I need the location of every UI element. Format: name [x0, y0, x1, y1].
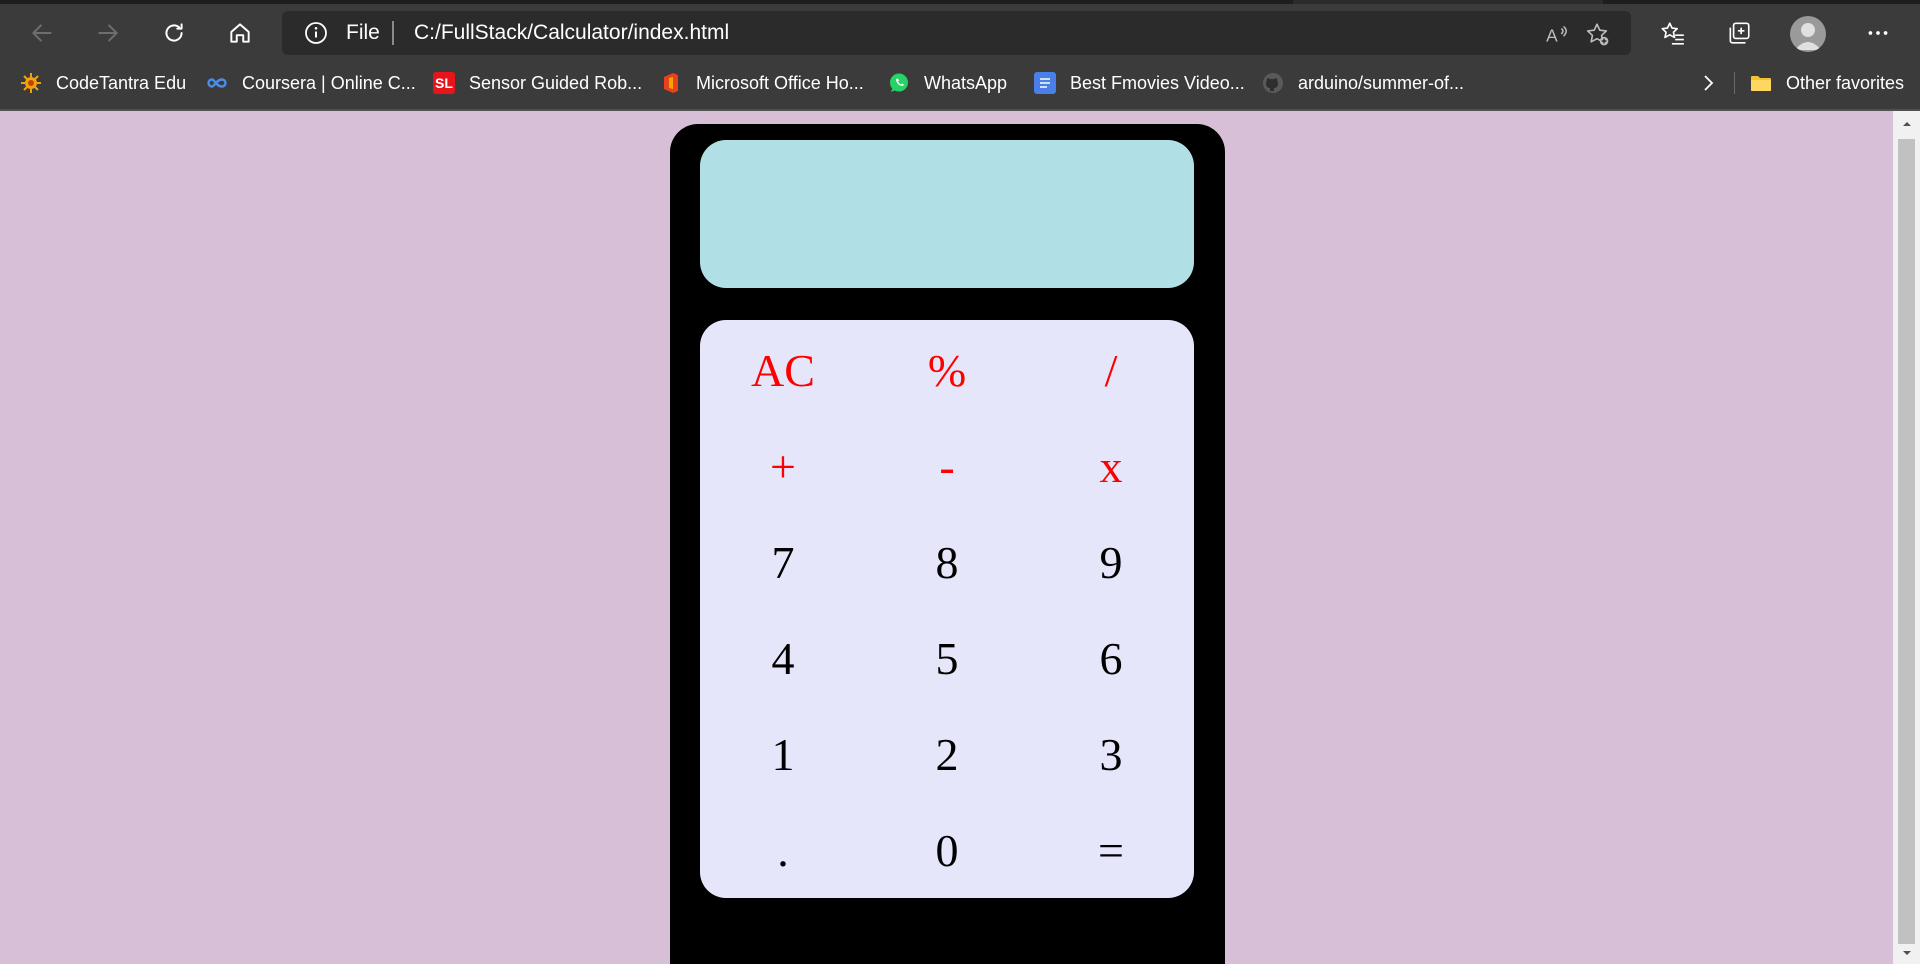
bookmark-microsoft-office[interactable]: Microsoft Office Ho...	[660, 68, 864, 98]
bookmarks-divider	[1734, 72, 1735, 94]
bookmark-label: Sensor Guided Rob...	[469, 72, 643, 93]
collections-button[interactable]	[1717, 11, 1761, 55]
bookmark-arduino[interactable]: arduino/summer-of...	[1262, 68, 1464, 98]
back-arrow-icon	[32, 24, 52, 42]
bookmarks-overflow-button[interactable]	[1696, 68, 1720, 98]
scroll-thumb[interactable]	[1898, 139, 1915, 944]
calculator: AC % / + - x 7 8 9 4 5 6 1 2 3 . 0 =	[670, 124, 1225, 964]
info-icon[interactable]	[304, 21, 328, 45]
profile-avatar[interactable]	[1790, 16, 1826, 52]
calculator-display	[700, 140, 1194, 288]
coursera-icon	[206, 72, 228, 94]
key-percent[interactable]: %	[877, 330, 1017, 410]
key-0[interactable]: 0	[877, 810, 1017, 890]
bookmark-whatsapp[interactable]: WhatsApp	[888, 68, 1007, 98]
sl-icon: SL	[433, 72, 455, 94]
bookmark-label: Coursera | Online C...	[242, 72, 416, 93]
calculator-keypad: AC % / + - x 7 8 9 4 5 6 1 2 3 . 0 =	[700, 320, 1194, 898]
active-tab-edge	[0, 0, 1293, 4]
document-icon	[1034, 72, 1056, 94]
back-button[interactable]	[20, 11, 64, 55]
refresh-button[interactable]	[152, 11, 196, 55]
key-multiply[interactable]: x	[1041, 426, 1181, 506]
scroll-down-arrow-icon	[1902, 951, 1911, 955]
key-5[interactable]: 5	[877, 618, 1017, 698]
bookmark-label: WhatsApp	[924, 72, 1008, 93]
address-url[interactable]: C:/FullStack/Calculator/index.html	[414, 21, 729, 45]
bookmark-codetantra[interactable]: CodeTantra Edu	[20, 68, 186, 98]
other-favorites-button[interactable]: Other favorites	[1750, 68, 1904, 98]
key-4[interactable]: 4	[713, 618, 853, 698]
key-7[interactable]: 7	[713, 522, 853, 602]
home-icon	[230, 23, 250, 43]
profile-icon	[1795, 23, 1821, 50]
home-button[interactable]	[218, 11, 262, 55]
key-2[interactable]: 2	[877, 714, 1017, 794]
key-8[interactable]: 8	[877, 522, 1017, 602]
bookmark-label: Microsoft Office Ho...	[696, 72, 864, 93]
key-plus[interactable]: +	[713, 426, 853, 506]
key-divide[interactable]: /	[1041, 330, 1181, 410]
key-6[interactable]: 6	[1041, 618, 1181, 698]
forward-arrow-icon	[98, 24, 118, 42]
bookmark-fmovies[interactable]: Best Fmovies Video...	[1034, 68, 1245, 98]
key-equals[interactable]: =	[1041, 810, 1181, 890]
chevron-right-icon	[1704, 75, 1714, 91]
settings-menu-button[interactable]	[1856, 11, 1900, 55]
favorites-button[interactable]	[1651, 11, 1695, 55]
folder-icon	[1750, 72, 1772, 94]
scroll-up-arrow-icon	[1902, 122, 1911, 126]
key-clear[interactable]: AC	[713, 330, 853, 410]
other-favorites-label: Other favorites	[1786, 72, 1905, 93]
address-scheme: File	[346, 21, 380, 44]
address-bar[interactable]: File C:/FullStack/Calculator/index.html …	[282, 11, 1631, 55]
bookmark-coursera[interactable]: Coursera | Online C...	[206, 68, 416, 98]
vertical-scrollbar[interactable]	[1893, 111, 1920, 964]
key-1[interactable]: 1	[713, 714, 853, 794]
office-icon	[660, 72, 682, 94]
collections-icon	[1729, 22, 1750, 44]
page-viewport: AC % / + - x 7 8 9 4 5 6 1 2 3 . 0 =	[0, 111, 1893, 964]
bookmark-label: CodeTantra Edu	[56, 72, 187, 93]
github-icon	[1262, 72, 1284, 94]
read-aloud-icon[interactable]: A	[1544, 21, 1570, 47]
bookmark-sensor-guided[interactable]: SL Sensor Guided Rob...	[433, 68, 642, 98]
toolbar: File C:/FullStack/Calculator/index.html …	[0, 8, 1920, 58]
bookmark-label: arduino/summer-of...	[1298, 72, 1465, 93]
add-favorite-icon[interactable]	[1584, 21, 1610, 47]
bookmark-label: Best Fmovies Video...	[1070, 72, 1245, 93]
key-minus[interactable]: -	[877, 426, 1017, 506]
tab-strip	[0, 0, 1920, 4]
refresh-icon	[165, 23, 183, 42]
scroll-up-button[interactable]	[1893, 113, 1920, 135]
forward-button[interactable]	[86, 11, 130, 55]
tab-edge	[1603, 0, 1920, 4]
key-3[interactable]: 3	[1041, 714, 1181, 794]
whatsapp-icon	[888, 72, 910, 94]
scroll-down-button[interactable]	[1893, 942, 1920, 964]
more-dots-icon	[1868, 31, 1888, 35]
browser-chrome: File C:/FullStack/Calculator/index.html …	[0, 0, 1920, 111]
svg-text:A: A	[1546, 26, 1558, 46]
codetantra-icon	[20, 72, 42, 94]
key-decimal[interactable]: .	[713, 810, 853, 890]
address-divider	[392, 21, 394, 45]
favorites-list-icon	[1661, 22, 1684, 45]
key-9[interactable]: 9	[1041, 522, 1181, 602]
bookmarks-bar: CodeTantra Edu Coursera | Online C... SL…	[0, 64, 1920, 102]
